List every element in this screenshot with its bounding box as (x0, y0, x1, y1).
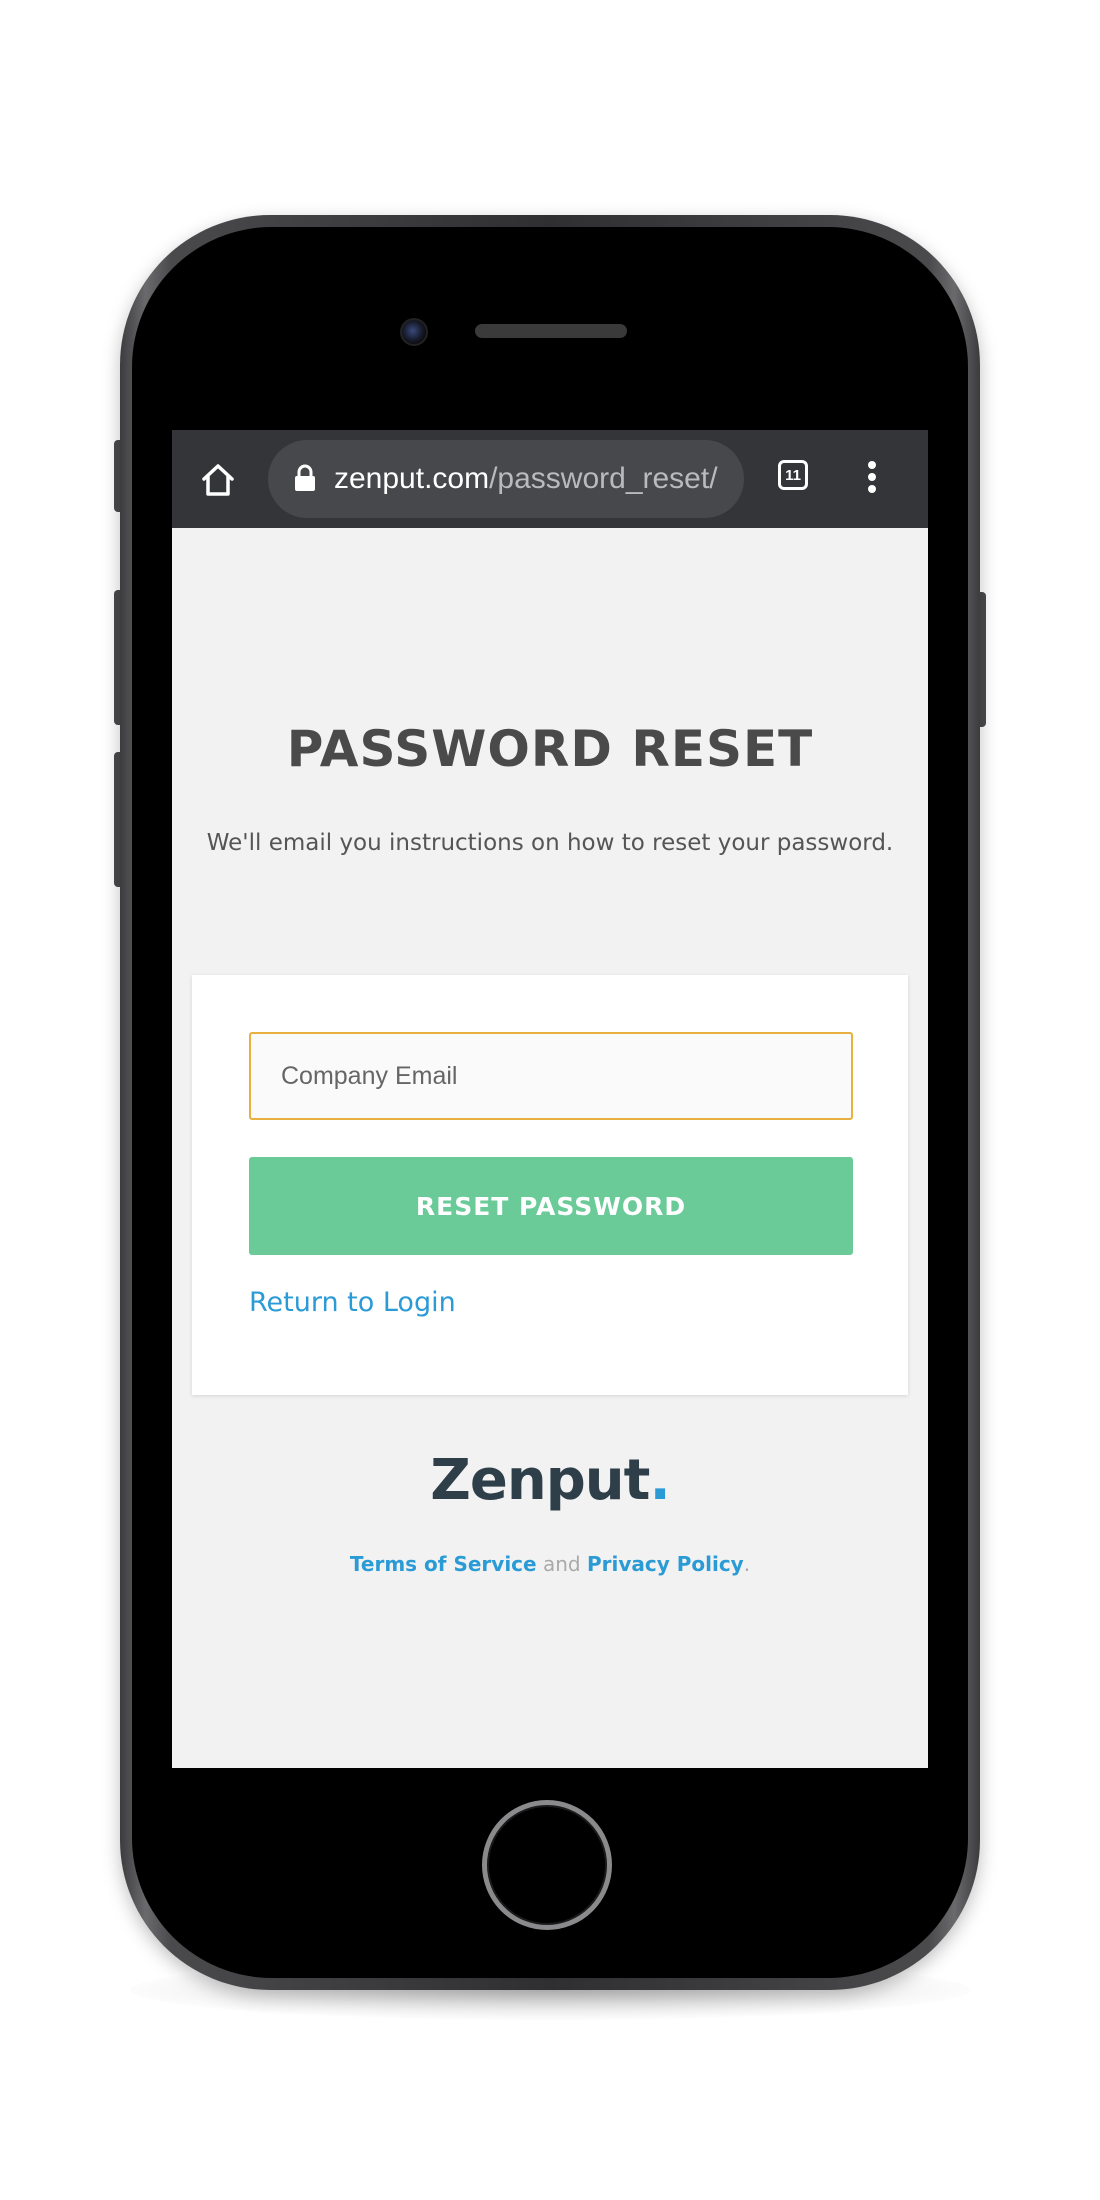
url-domain: zenput.com (334, 462, 490, 495)
tab-count: 11 (785, 466, 801, 484)
logo-text: Zenput (430, 1448, 650, 1513)
url-text: zenput.com/password_reset/ (334, 462, 718, 496)
reset-form-card: RESET PASSWORD Return to Login (192, 975, 908, 1395)
more-vert-icon[interactable] (862, 458, 882, 500)
earpiece-speaker (475, 324, 627, 338)
lock-icon (295, 464, 315, 491)
return-to-login-link[interactable]: Return to Login (249, 1287, 456, 1318)
footer-links: Terms of Service and Privacy Policy. (172, 1552, 928, 1576)
privacy-policy-link[interactable]: Privacy Policy (587, 1552, 744, 1576)
footer-and: and (536, 1552, 587, 1576)
logo-container: Zenput. (172, 1448, 928, 1513)
page-title: PASSWORD RESET (286, 720, 814, 778)
home-button (482, 1800, 612, 1930)
footer-period: . (743, 1552, 751, 1576)
terms-of-service-link[interactable]: Terms of Service (350, 1552, 537, 1576)
home-icon[interactable] (198, 460, 238, 500)
tabs-icon[interactable]: 11 (778, 460, 808, 490)
reset-password-button[interactable]: RESET PASSWORD (249, 1157, 853, 1255)
browser-toolbar: zenput.com/password_reset/ 11 (172, 430, 928, 528)
phone-screen: zenput.com/password_reset/ 11 PASSWORD R… (172, 430, 928, 1768)
url-path: /password_reset/ (489, 462, 718, 495)
email-field[interactable] (249, 1032, 853, 1120)
front-camera (400, 318, 428, 346)
address-bar[interactable]: zenput.com/password_reset/ (268, 440, 744, 518)
logo-dot: . (649, 1448, 670, 1513)
page-subtitle: We'll email you instructions on how to r… (206, 830, 894, 856)
zenput-logo: Zenput. (430, 1448, 670, 1513)
